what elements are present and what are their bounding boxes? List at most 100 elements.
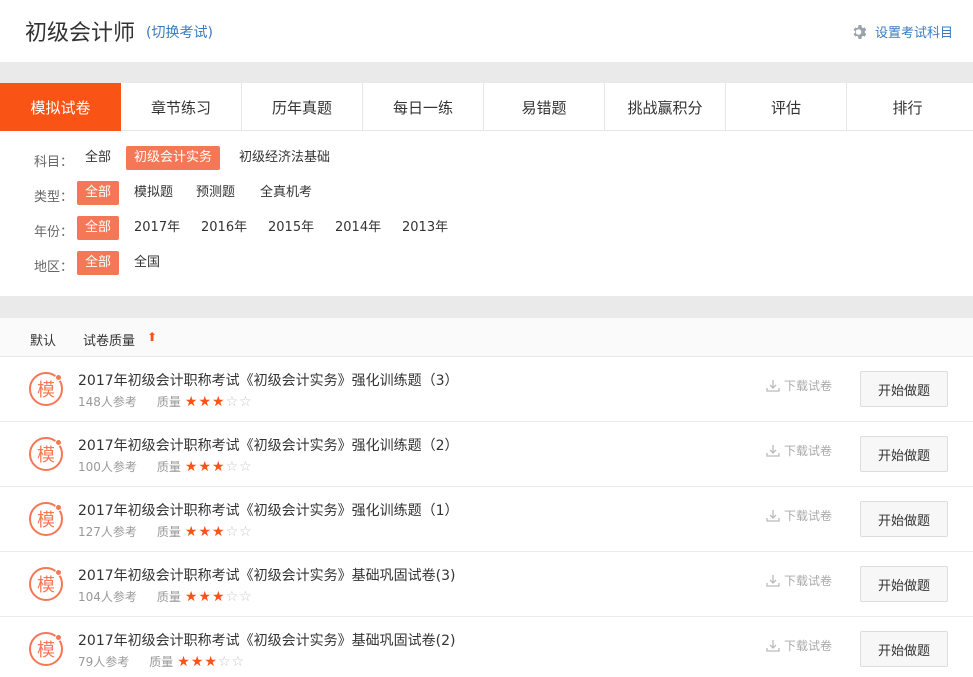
filter-divider — [0, 296, 973, 318]
download-label: 下载试卷 — [784, 379, 833, 393]
settings-exam-subject-link[interactable]: 设置考试科目 — [852, 22, 953, 41]
quality-label: 质量 — [156, 525, 181, 539]
paper-title[interactable]: 2017年初级会计职称考试《初级会计实务》基础巩固试卷(3) — [78, 565, 455, 585]
quality-stars: ★★★☆☆ — [177, 655, 245, 669]
star-icon: ☆ — [225, 393, 239, 410]
start-practice-button[interactable]: 开始做题 — [860, 436, 948, 472]
settings-label: 设置考试科目 — [874, 26, 953, 41]
paper-title[interactable]: 2017年初级会计职称考试《初级会计实务》强化训练题（3） — [78, 370, 459, 390]
paper-row: 模 2017年初级会计职称考试《初级会计实务》基础巩固试卷(2) 79人参考 质量 ★★… — [0, 617, 973, 677]
main-tabs: 模拟试卷 章节练习 历年真题 每日一练 易错题 挑战赢积分 评估 排行 — [0, 83, 973, 131]
participants-count: 104人参考 — [78, 590, 137, 604]
tab-6[interactable]: 评估 — [726, 83, 847, 131]
filter-year-option[interactable]: 2017年 — [126, 216, 188, 240]
page-header: 初级会计师 (切换考试) 设置考试科目 — [0, 0, 973, 62]
star-icon: ★ — [184, 393, 198, 410]
filter-type-option[interactable]: 全部 — [77, 181, 120, 205]
download-icon — [766, 639, 780, 652]
star-icon: ☆ — [231, 653, 245, 670]
download-paper-link[interactable]: 下载试卷 — [766, 637, 832, 654]
quality-stars: ★★★☆☆ — [185, 590, 253, 604]
star-icon: ☆ — [239, 588, 252, 605]
filter-type-option[interactable]: 预测题 — [188, 181, 243, 205]
filter-type-option[interactable]: 全真机考 — [252, 181, 320, 205]
star-icon: ☆ — [217, 653, 231, 670]
star-icon: ★ — [212, 458, 225, 475]
download-icon — [766, 574, 780, 587]
mock-exam-icon: 模 — [29, 632, 63, 666]
paper-meta: 100人参考 质量 ★★★☆☆ — [78, 458, 253, 475]
switch-exam-link[interactable]: (切换考试) — [146, 22, 213, 42]
tab-2[interactable]: 历年真题 — [242, 83, 363, 131]
sort-quality[interactable]: 试卷质量 — [83, 330, 135, 349]
filter-label-type: 类型： — [34, 190, 74, 205]
filter-subject-option[interactable]: 全部 — [77, 146, 119, 170]
filter-region-option[interactable]: 全部 — [77, 251, 120, 275]
start-practice-button[interactable]: 开始做题 — [860, 631, 948, 667]
filter-region-option[interactable]: 全国 — [126, 251, 168, 275]
star-icon: ☆ — [239, 393, 252, 410]
tab-0[interactable]: 模拟试卷 — [0, 83, 121, 131]
download-paper-link[interactable]: 下载试卷 — [766, 442, 832, 459]
paper-row: 模 2017年初级会计职称考试《初级会计实务》强化训练题（3） 148人参考 质量 ★★… — [0, 357, 973, 422]
download-icon — [766, 379, 780, 392]
filter-year-option[interactable]: 2014年 — [327, 216, 389, 240]
star-icon: ☆ — [225, 588, 239, 605]
start-practice-button[interactable]: 开始做题 — [860, 371, 948, 407]
filter-panel: 科目： 全部 初级会计实务 初级经济法基础 类型： 全部 模拟题 预测题 全真机考 年份： 全部 20… — [0, 131, 973, 296]
page-title: 初级会计师 — [25, 21, 136, 46]
filter-year-option[interactable]: 2016年 — [193, 216, 255, 240]
mock-exam-icon: 模 — [29, 502, 63, 536]
star-icon: ☆ — [239, 458, 252, 475]
filter-label-year: 年份： — [34, 225, 74, 240]
star-icon: ★ — [198, 523, 212, 540]
quality-stars: ★★★☆☆ — [185, 460, 253, 474]
paper-list: 模 2017年初级会计职称考试《初级会计实务》强化训练题（3） 148人参考 质量 ★★… — [0, 357, 973, 677]
star-icon: ★ — [177, 653, 190, 670]
paper-row: 模 2017年初级会计职称考试《初级会计实务》强化训练题（1） 127人参考 质量 ★★… — [0, 487, 973, 552]
star-icon: ★ — [184, 588, 198, 605]
header-divider — [0, 62, 973, 83]
filter-year-option[interactable]: 2013年 — [394, 216, 456, 240]
sort-default[interactable]: 默认 — [30, 330, 56, 349]
tab-7[interactable]: 排行 — [847, 83, 968, 131]
star-icon: ★ — [198, 458, 212, 475]
download-paper-link[interactable]: 下载试卷 — [766, 377, 832, 394]
filter-year-option[interactable]: 全部 — [77, 216, 120, 240]
tab-1[interactable]: 章节练习 — [121, 83, 242, 131]
paper-title[interactable]: 2017年初级会计职称考试《初级会计实务》强化训练题（1） — [78, 500, 459, 520]
star-icon: ☆ — [239, 523, 252, 540]
quality-stars: ★★★☆☆ — [185, 525, 253, 539]
download-paper-link[interactable]: 下载试卷 — [766, 507, 832, 524]
tab-3[interactable]: 每日一练 — [363, 83, 484, 131]
download-label: 下载试卷 — [784, 509, 833, 523]
filter-year-option[interactable]: 2015年 — [260, 216, 322, 240]
paper-meta: 79人参考 质量 ★★★☆☆ — [78, 653, 245, 670]
start-practice-button[interactable]: 开始做题 — [860, 566, 948, 602]
filter-subject-option[interactable]: 初级会计实务 — [126, 146, 221, 170]
download-label: 下载试卷 — [784, 639, 833, 653]
mock-exam-icon: 模 — [29, 437, 63, 471]
start-practice-button[interactable]: 开始做题 — [860, 501, 948, 537]
download-paper-link[interactable]: 下载试卷 — [766, 572, 832, 589]
participants-count: 100人参考 — [78, 460, 137, 474]
tab-5[interactable]: 挑战赢积分 — [605, 83, 726, 131]
paper-row: 模 2017年初级会计职称考试《初级会计实务》强化训练题（2） 100人参考 质量 ★★… — [0, 422, 973, 487]
participants-count: 148人参考 — [78, 395, 137, 409]
filter-subject-option[interactable]: 初级经济法基础 — [231, 146, 338, 170]
mock-exam-icon: 模 — [29, 567, 63, 601]
paper-meta: 127人参考 质量 ★★★☆☆ — [78, 523, 253, 540]
download-icon — [766, 444, 780, 457]
quality-label: 质量 — [156, 590, 181, 604]
tab-4[interactable]: 易错题 — [484, 83, 605, 131]
paper-title[interactable]: 2017年初级会计职称考试《初级会计实务》强化训练题（2） — [78, 435, 459, 455]
filter-type-option[interactable]: 模拟题 — [126, 181, 181, 205]
paper-title[interactable]: 2017年初级会计职称考试《初级会计实务》基础巩固试卷(2) — [78, 630, 455, 650]
star-icon: ★ — [212, 588, 225, 605]
gear-icon — [853, 24, 867, 39]
paper-meta: 104人参考 质量 ★★★☆☆ — [78, 588, 253, 605]
sort-up-arrow-icon: ⬆ — [147, 330, 158, 344]
sort-bar: 默认 试卷质量 ⬆ — [0, 318, 973, 357]
quality-label: 质量 — [156, 460, 181, 474]
star-icon: ★ — [212, 523, 225, 540]
